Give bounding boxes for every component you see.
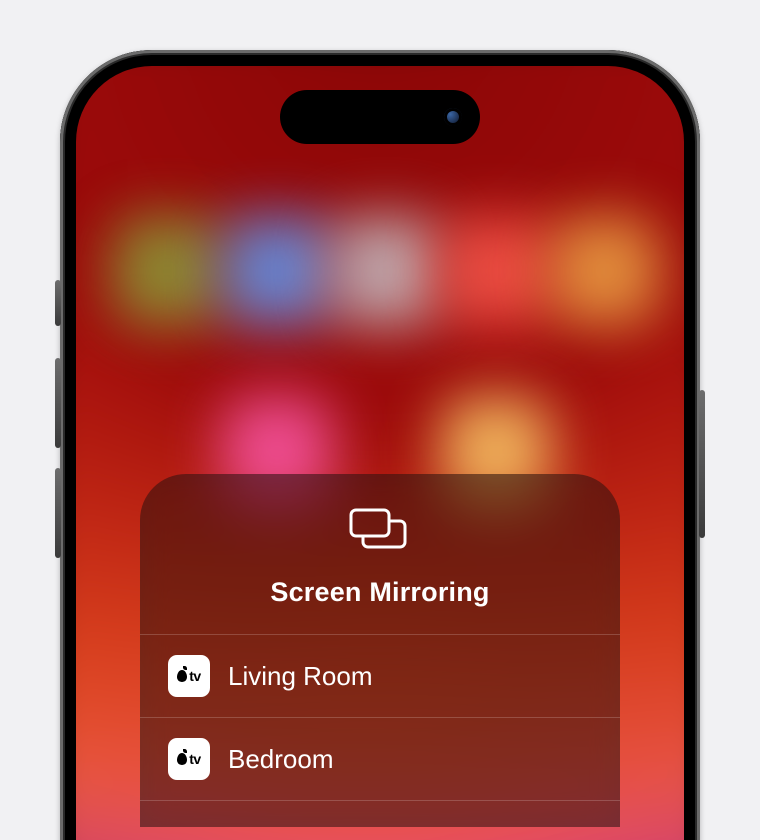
device-row-bedroom[interactable]: tv Bedroom <box>140 718 620 800</box>
volume-up-button[interactable] <box>55 358 61 448</box>
device-label: Bedroom <box>228 744 334 775</box>
phone-screen: Screen Mirroring tv Living Room tv <box>76 66 684 840</box>
screen-mirroring-panel: Screen Mirroring tv Living Room tv <box>140 474 620 827</box>
dynamic-island <box>280 90 480 144</box>
device-row-living-room[interactable]: tv Living Room <box>140 635 620 717</box>
app-blur-icon <box>550 216 660 326</box>
apple-tv-icon: tv <box>168 738 210 780</box>
app-blur-icon <box>441 216 551 326</box>
panel-cutoff <box>140 801 620 827</box>
mute-switch[interactable] <box>55 280 61 326</box>
app-blur-icon <box>112 216 222 326</box>
app-blur-icon <box>331 216 441 326</box>
panel-header: Screen Mirroring <box>140 474 620 634</box>
panel-title: Screen Mirroring <box>270 577 489 608</box>
screen-mirroring-icon <box>349 508 411 561</box>
apple-tv-icon: tv <box>168 655 210 697</box>
volume-down-button[interactable] <box>55 468 61 558</box>
side-button[interactable] <box>699 390 705 538</box>
phone-frame: Screen Mirroring tv Living Room tv <box>60 50 700 840</box>
device-label: Living Room <box>228 661 373 692</box>
app-blur-icon <box>222 216 332 326</box>
stage: Screen Mirroring tv Living Room tv <box>0 0 760 840</box>
